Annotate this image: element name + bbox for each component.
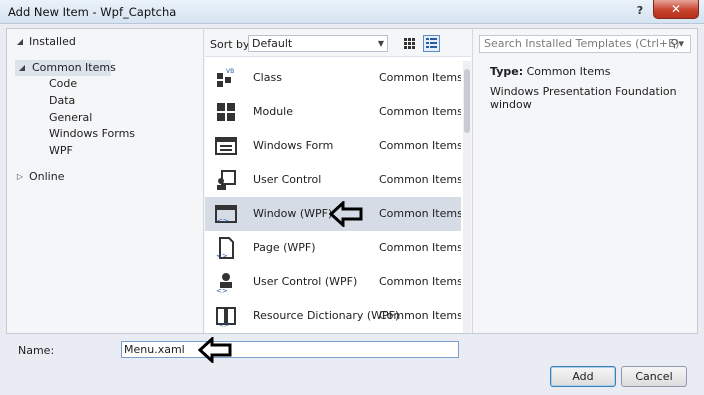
template-list-panel: Sort by: Default ▼ VB Class Common Items… <box>205 29 471 333</box>
template-name: Page (WPF) <box>253 241 316 254</box>
list-view-icon <box>426 38 437 48</box>
svg-text:<>: <> <box>216 252 228 259</box>
type-label: Type: <box>490 65 524 78</box>
template-category: Common Items <box>379 139 461 152</box>
template-name: Class <box>253 71 282 84</box>
template-category: Common Items <box>379 71 461 84</box>
svg-text:VB: VB <box>226 68 234 75</box>
help-button[interactable]: ? <box>633 3 647 19</box>
template-category: Common Items <box>379 207 461 220</box>
template-row-window-wpf[interactable]: <> Window (WPF) Common Items <box>205 197 461 231</box>
chevron-down-icon: ▼ <box>377 39 384 48</box>
type-value: Common Items <box>526 65 611 78</box>
collapse-arrow-icon[interactable]: ◢ <box>17 60 27 76</box>
details-panel: Search Installed Templates (Ctrl+E) ⚲▾ T… <box>472 29 697 333</box>
close-button[interactable]: ✕ <box>653 0 699 19</box>
annotation-arrow-icon <box>198 337 232 363</box>
template-list: VB Class Common Items Module Common Item… <box>205 61 461 333</box>
template-row-resource-dictionary[interactable]: <> Resource Dictionary (WPF) Common Item… <box>205 299 461 333</box>
template-name: Module <box>253 105 293 118</box>
grid-view-icon <box>404 38 415 49</box>
template-row-class[interactable]: VB Class Common Items <box>205 61 461 95</box>
sort-dropdown-value: Default <box>252 37 293 50</box>
tree-item-windows-forms[interactable]: Windows Forms <box>49 126 135 142</box>
template-name: User Control (WPF) <box>253 275 358 288</box>
windows-form-icon <box>215 137 237 155</box>
tree-item-common-items[interactable]: ◢ Common Items <box>15 60 116 76</box>
tree-item-label: Common Items <box>32 61 116 74</box>
list-view-button[interactable] <box>423 35 440 52</box>
class-icon: VB <box>217 68 234 87</box>
type-info: Type: Common Items <box>490 65 610 78</box>
template-row-user-control-wpf[interactable]: <> User Control (WPF) Common Items <box>205 265 461 299</box>
svg-text:<>: <> <box>218 321 230 327</box>
template-name: User Control <box>253 173 322 186</box>
tree-item-general[interactable]: General <box>49 110 92 126</box>
resource-dictionary-icon: <> <box>216 307 236 327</box>
search-icon[interactable]: ⚲▾ <box>670 36 684 52</box>
wpf-window-icon: <> <box>215 205 237 225</box>
add-button[interactable]: Add <box>550 366 616 387</box>
template-name: Windows Form <box>253 139 334 152</box>
tree-item-label: Installed <box>29 35 76 48</box>
medium-icons-view-button[interactable] <box>401 35 418 52</box>
template-name: Window (WPF) <box>253 207 333 220</box>
template-category: Common Items <box>379 173 461 186</box>
scrollbar-thumb[interactable] <box>464 69 470 133</box>
sort-by-label: Sort by: <box>210 38 253 51</box>
tree-item-code[interactable]: Code <box>49 76 77 92</box>
wpf-user-control-icon: <> <box>216 273 232 293</box>
template-description: Windows Presentation Foundation window <box>490 85 677 111</box>
name-label: Name: <box>18 344 55 357</box>
template-category: Common Items <box>379 275 461 288</box>
template-list-scrollbar[interactable] <box>463 61 471 333</box>
tree-item-label: Online <box>29 170 65 183</box>
name-field[interactable]: Menu.xaml <box>121 341 459 358</box>
dialog-body: ◢ Installed ◢ Common Items Code Data Gen… <box>6 28 698 334</box>
name-field-value: Menu.xaml <box>124 343 185 356</box>
title-bar: Add New Item - Wpf_Captcha ? ✕ <box>0 0 704 24</box>
template-row-module[interactable]: Module Common Items <box>205 95 461 129</box>
sort-bar: Sort by: Default ▼ <box>205 29 471 57</box>
svg-text:<>: <> <box>216 287 228 293</box>
tree-item-wpf[interactable]: WPF <box>49 143 73 159</box>
user-control-icon <box>217 170 236 190</box>
annotation-arrow-icon <box>329 201 363 227</box>
wpf-page-icon: <> <box>216 237 234 259</box>
search-input[interactable]: Search Installed Templates (Ctrl+E) ⚲▾ <box>479 35 691 53</box>
template-category: Common Items <box>379 309 461 322</box>
tree-item-data[interactable]: Data <box>49 93 75 109</box>
category-tree: ◢ Installed ◢ Common Items Code Data Gen… <box>7 29 204 333</box>
template-row-user-control[interactable]: User Control Common Items <box>205 163 461 197</box>
svg-text:<>: <> <box>217 217 229 225</box>
template-row-page-wpf[interactable]: <> Page (WPF) Common Items <box>205 231 461 265</box>
module-icon <box>217 103 235 121</box>
template-category: Common Items <box>379 105 461 118</box>
expand-arrow-icon[interactable]: ▷ <box>15 169 25 185</box>
sort-dropdown[interactable]: Default ▼ <box>248 35 388 52</box>
template-row-windows-form[interactable]: Windows Form Common Items <box>205 129 461 163</box>
template-name: Resource Dictionary (WPF) <box>253 309 400 322</box>
cancel-button[interactable]: Cancel <box>621 366 687 387</box>
collapse-arrow-icon[interactable]: ◢ <box>15 34 25 50</box>
window-title: Add New Item - Wpf_Captcha <box>8 5 177 19</box>
template-category: Common Items <box>379 241 461 254</box>
search-placeholder: Search Installed Templates (Ctrl+E) <box>484 37 680 50</box>
